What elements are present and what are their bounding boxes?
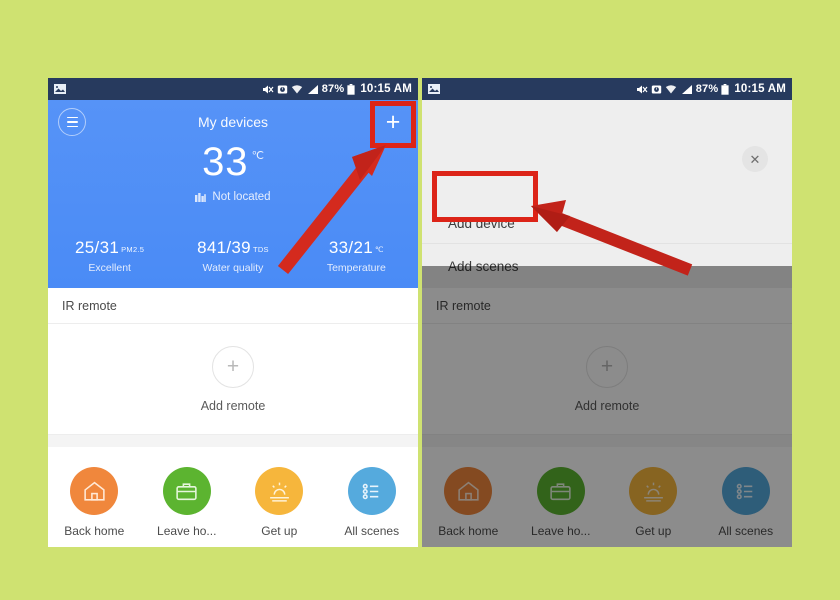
stat-label: Temperature xyxy=(326,262,386,274)
mute-icon xyxy=(262,84,274,95)
highlight-box-plus-button xyxy=(370,101,416,148)
highlight-box-add-device xyxy=(432,171,538,222)
menu-item-label: Add scenes xyxy=(448,258,519,274)
section-title-ir-remote: IR remote xyxy=(48,288,418,324)
stat-label: Water quality xyxy=(202,262,264,274)
list-icon xyxy=(721,467,770,515)
stat-label: Excellent xyxy=(88,262,131,274)
stat-unit: PM2.5 xyxy=(121,245,145,254)
scene-leave-home[interactable]: Leave ho... xyxy=(141,467,234,538)
menu-item-add-scenes[interactable]: Add scenes xyxy=(422,246,792,286)
scene-leave-home[interactable]: Leave ho... xyxy=(515,467,608,538)
page-title: My devices xyxy=(197,114,269,130)
battery-icon xyxy=(721,83,729,95)
scene-get-up[interactable]: Get up xyxy=(607,467,700,538)
list-icon xyxy=(347,467,396,515)
mute-icon xyxy=(636,84,648,95)
add-remote-label: Add remote xyxy=(200,398,266,413)
scene-label: Leave ho... xyxy=(157,524,217,538)
scene-label: Back home xyxy=(64,524,125,538)
scene-label: Get up xyxy=(635,524,672,538)
sunrise-icon xyxy=(255,467,304,515)
scene-label: Back home xyxy=(438,524,499,538)
clock-label: 10:15 AM xyxy=(360,83,412,95)
city-icon xyxy=(195,192,207,202)
sensor-stats-row: 25/31 PM2.5 Excellent 841/39 TDS Water qua… xyxy=(48,238,418,274)
image-icon xyxy=(428,84,440,94)
status-bar-right: 87% 10:15 AM xyxy=(422,78,792,100)
device-summary-header: My devices + 33 ℃ Not located 25/31 PM2.5… xyxy=(48,100,418,288)
scene-back-home[interactable]: Back home xyxy=(48,467,141,538)
phone-screen-left: 87% 10:15 AM My devices + 33 ℃ Not locat… xyxy=(48,78,418,547)
battery-percent-label: 87% xyxy=(695,83,719,95)
close-icon[interactable]: ✕ xyxy=(742,146,768,172)
scene-shortcut-bar-right: Back home Leave ho... Get up All scenes xyxy=(422,454,792,547)
stat-value: 841/39 xyxy=(197,238,251,257)
location-label: Not located xyxy=(212,191,271,203)
add-remote-label: Add remote xyxy=(574,398,640,413)
screenshot-canvas: 87% 10:15 AM My devices + 33 ℃ Not locat… xyxy=(0,0,840,600)
location-row[interactable]: Not located xyxy=(48,191,418,203)
scene-all-scenes[interactable]: All scenes xyxy=(326,467,419,538)
signal-icon xyxy=(680,84,693,95)
stat-water-quality[interactable]: 841/39 TDS Water quality xyxy=(171,238,294,274)
plus-icon: + xyxy=(212,345,254,388)
scene-shortcut-bar-left: Back home Leave ho... Get up All scenes xyxy=(48,454,418,547)
alarm-icon xyxy=(651,84,662,95)
content-spacer xyxy=(48,435,418,447)
stat-pm25[interactable]: 25/31 PM2.5 Excellent xyxy=(48,238,171,274)
wifi-icon xyxy=(291,84,303,95)
status-bar-left: 87% 10:15 AM xyxy=(48,78,418,100)
scene-label: Get up xyxy=(261,524,298,538)
battery-icon xyxy=(347,83,355,95)
temperature-unit: ℃ xyxy=(251,150,264,162)
stat-unit: ℃ xyxy=(374,245,384,254)
stat-temperature[interactable]: 33/21 ℃ Temperature xyxy=(295,238,418,274)
temperature-value: 33 xyxy=(202,140,249,184)
content-spacer xyxy=(422,435,792,447)
stat-value: 33/21 xyxy=(328,238,373,257)
scene-label: All scenes xyxy=(718,524,774,538)
briefcase-icon xyxy=(536,467,585,515)
home-icon xyxy=(70,467,119,515)
briefcase-icon xyxy=(162,467,211,515)
add-remote-button[interactable]: + Add remote xyxy=(48,324,418,435)
phone-screen-right: 87% 10:15 AM ✕ Add device Add scenes IR … xyxy=(422,78,792,547)
sunrise-icon xyxy=(629,467,678,515)
wifi-icon xyxy=(665,84,677,95)
home-icon xyxy=(444,467,493,515)
clock-label: 10:15 AM xyxy=(734,83,786,95)
current-temperature: 33 ℃ xyxy=(48,142,418,182)
stat-value: 25/31 xyxy=(75,238,120,257)
scene-label: All scenes xyxy=(344,524,400,538)
scene-back-home[interactable]: Back home xyxy=(422,467,515,538)
stat-unit: TDS xyxy=(252,245,269,254)
battery-percent-label: 87% xyxy=(321,83,345,95)
signal-icon xyxy=(306,84,319,95)
plus-icon: + xyxy=(586,345,628,388)
scene-label: Leave ho... xyxy=(531,524,591,538)
scene-all-scenes[interactable]: All scenes xyxy=(700,467,793,538)
section-title-ir-remote: IR remote xyxy=(422,288,792,324)
alarm-icon xyxy=(277,84,288,95)
scene-get-up[interactable]: Get up xyxy=(233,467,326,538)
add-remote-button[interactable]: + Add remote xyxy=(422,324,792,435)
image-icon xyxy=(54,84,66,94)
